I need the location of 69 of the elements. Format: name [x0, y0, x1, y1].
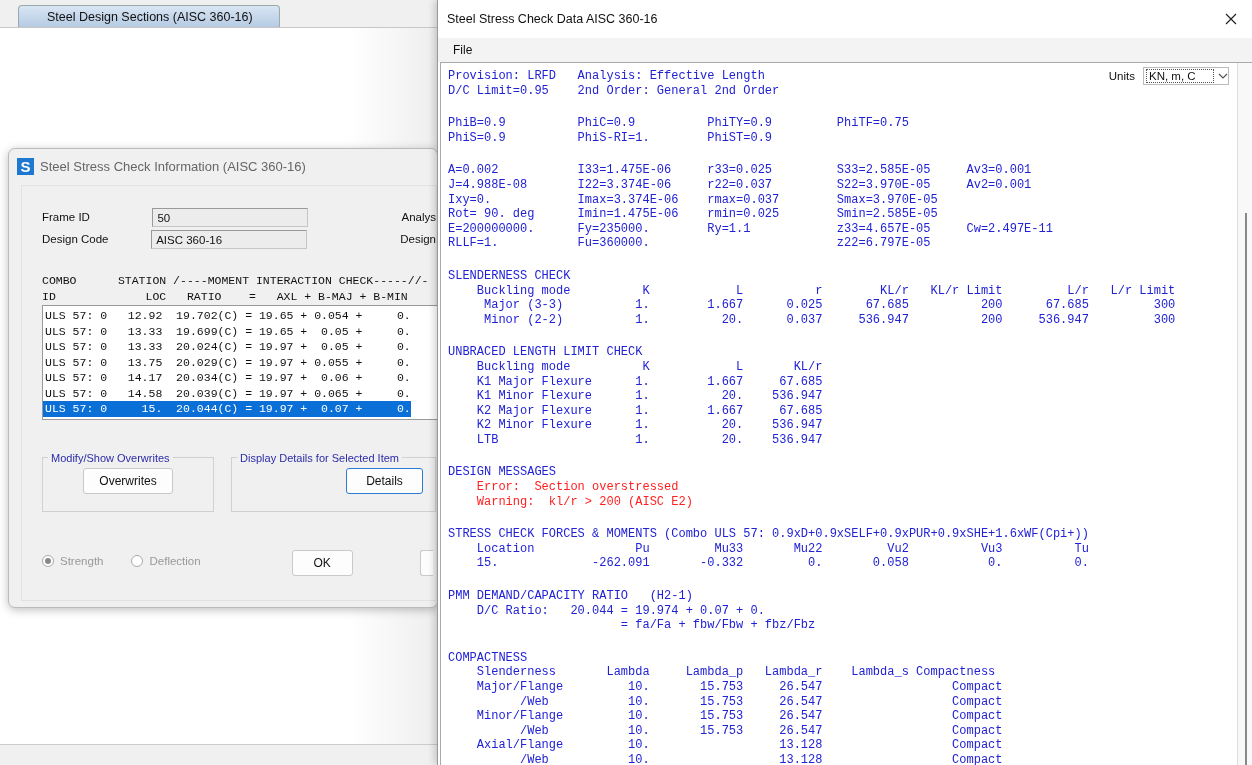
field-label: Design Code: [42, 233, 110, 245]
field-label: Analys: [401, 211, 436, 223]
units-dropdown[interactable]: KN, m, C: [1143, 67, 1229, 85]
list-row[interactable]: ULS 57: 0 13.75 20.029(C) = 19.97 + 0.055 + 0.: [43, 354, 411, 370]
report-line: 15. -262.091 -0.332 0. 0.058 0. 0.: [475, 556, 1089, 572]
list-row[interactable]: ULS 57: 0 14.17 20.034(C) = 19.97 + 0.06 + 0.: [43, 370, 411, 386]
report-line: K2 Major Flexure 1. 1.667 67.685: [475, 403, 823, 419]
report-line: J=4.988E-08 I22=3.374E-06 r22=0.037 S22=3.970E-05 Av2=0.001: [448, 177, 1032, 193]
report-line: /Web 10. 15.753 26.547 Compact: [519, 694, 1003, 710]
ok-button[interactable]: OK: [291, 549, 353, 576]
input-field[interactable]: 50: [152, 207, 309, 227]
close-icon[interactable]: [1225, 13, 1237, 25]
list-row[interactable]: ULS 57: 0 15. 20.044(C) = 19.97 + 0.07 + 0.: [43, 401, 411, 417]
field-label: Frame ID: [42, 211, 91, 223]
list-row[interactable]: ULS 57: 0 13.33 19.699(C) = 19.65 + 0.05 + 0.: [43, 323, 411, 339]
report-line: Provision: LRFD Analysis: Effective Length: [448, 69, 765, 84]
column-header: COMBO STATION /----MOMENT INTERACTION CHECK-----//-: [42, 273, 429, 289]
report-line: K2 Minor Flexure 1. 20. 536.947: [475, 418, 823, 433]
field-label: Design: [400, 233, 436, 245]
dialog-title: Steel Stress Check Information (AISC 360-16): [40, 158, 306, 174]
section-heading: UNBRACED LENGTH LIMIT CHECK: [448, 345, 643, 360]
units-label: Units: [1108, 70, 1135, 82]
section-heading: COMPACTNESS: [448, 650, 528, 666]
report-line: Location Pu Mu33 Mu22 Vu2 Vu3 Tu: [475, 541, 1089, 557]
report-line: Minor/Flange 10. 15.753 26.547 Compact: [475, 709, 1003, 724]
report-line: Buckling mode K L KL/r: [475, 359, 823, 375]
report-line: K1 Minor Flexure 1. 20. 536.947: [475, 389, 823, 404]
report-line: = fa/Fa + fbw/Fbw + fbz/Fbz: [619, 618, 816, 633]
dialog-button[interactable]: [419, 549, 433, 576]
scrollbar[interactable]: [1237, 63, 1252, 765]
report-line: Axial/Flange 10. 13.128 Compact: [475, 738, 1003, 753]
report-line: RLLF=1. Fu=360000. z22=6.797E-05: [448, 236, 931, 251]
report-line: Ixy=0. Imax=3.374E-06 rmax=0.037 Smax=3.970E-05: [448, 192, 938, 208]
report-line: A=0.002 I33=1.475E-06 r33=0.025 S33=2.585E-05 Av3=0.001: [448, 163, 1032, 178]
input-field[interactable]: AISC 360-16: [151, 229, 308, 249]
report-line: Major (3-3) 1. 1.667 0.025 67.685 200 67.685 300: [483, 298, 1176, 313]
report-line: LTB 1. 20. 536.947: [475, 432, 823, 448]
report-line: Rot= 90. deg Imin=1.475E-06 rmin=0.025 Smin=2.585E-05: [448, 207, 938, 222]
group-title: Display Details for Selected Item: [239, 451, 400, 464]
report-line: Warning: kl/r > 200 (AISC E2): [475, 494, 693, 510]
group-title: Modify/Show Overwrites: [50, 451, 171, 464]
app-icon: S: [17, 157, 34, 175]
window-title: Steel Stress Check Data AISC 360-16: [447, 12, 658, 26]
list-row[interactable]: ULS 57: 0 14.58 20.039(C) = 19.97 + 0.065 + 0.: [43, 385, 411, 401]
report-line: /Web 10. 13.128 Compact: [519, 752, 1003, 765]
menu-item[interactable]: File: [453, 43, 473, 57]
column-header: ID LOC RATIO = AXL + B-MAJ + B-MIN: [42, 289, 408, 305]
report-line: /Web 10. 15.753 26.547 Compact: [519, 723, 1003, 739]
list-row[interactable]: ULS 57: 0 13.33 20.024(C) = 19.97 + 0.05 + 0.: [43, 339, 411, 355]
report-line: PhiS=0.9 PhiS-RI=1. PhiST=0.9: [448, 130, 773, 146]
report-line: Minor (2-2) 1. 20. 0.037 536.947 200 536.947 300: [483, 312, 1176, 328]
report-line: Buckling mode K L r KL/r KL/r Limit L/r L/r Limit: [475, 283, 1176, 299]
report-line: D/C Limit=0.95 2nd Order: General 2nd Order: [448, 83, 780, 99]
report-line: E=200000000. Fy=235000. Ry=1.1 z33=4.657E-05 Cw=2.497E-11: [448, 221, 1053, 237]
report-line: Slenderness Lambda Lambda_p Lambda_r Lambda_s Compactness: [475, 665, 996, 680]
chevron-icon: [1218, 73, 1228, 79]
report-line: PhiB=0.9 PhiC=0.9 PhiTY=0.9 PhiTF=0.75: [448, 116, 909, 131]
report-line: D/C Ratio: 20.044 = 19.974 + 0.07 + 0.: [475, 603, 765, 619]
section-heading: DESIGN MESSAGES: [448, 465, 557, 481]
report-line: Major/Flange 10. 15.753 26.547 Compact: [475, 680, 1003, 695]
action-button[interactable]: Details: [346, 467, 423, 494]
report-line: K1 Major Flexure 1. 1.667 67.685: [475, 374, 823, 390]
action-button[interactable]: Overwrites: [83, 467, 174, 494]
tab[interactable]: Steel Design Sections (AISC 360-16): [18, 5, 280, 27]
list-row[interactable]: ULS 57: 0 12.92 19.702(C) = 19.65 + 0.054 + 0.: [43, 308, 411, 324]
report-line: Error: Section overstressed: [475, 480, 679, 495]
section-heading: PMM DEMAND/CAPACITY RATIO (H2-1): [448, 589, 693, 604]
section-heading: STRESS CHECK FORCES & MOMENTS (Combo ULS 57: 0.9xD+0.9xSELF+0.9xPUR+0.9xSHE+1.6xWF(Cpi+)): [448, 527, 1089, 542]
section-heading: SLENDERNESS CHECK: [448, 268, 571, 284]
